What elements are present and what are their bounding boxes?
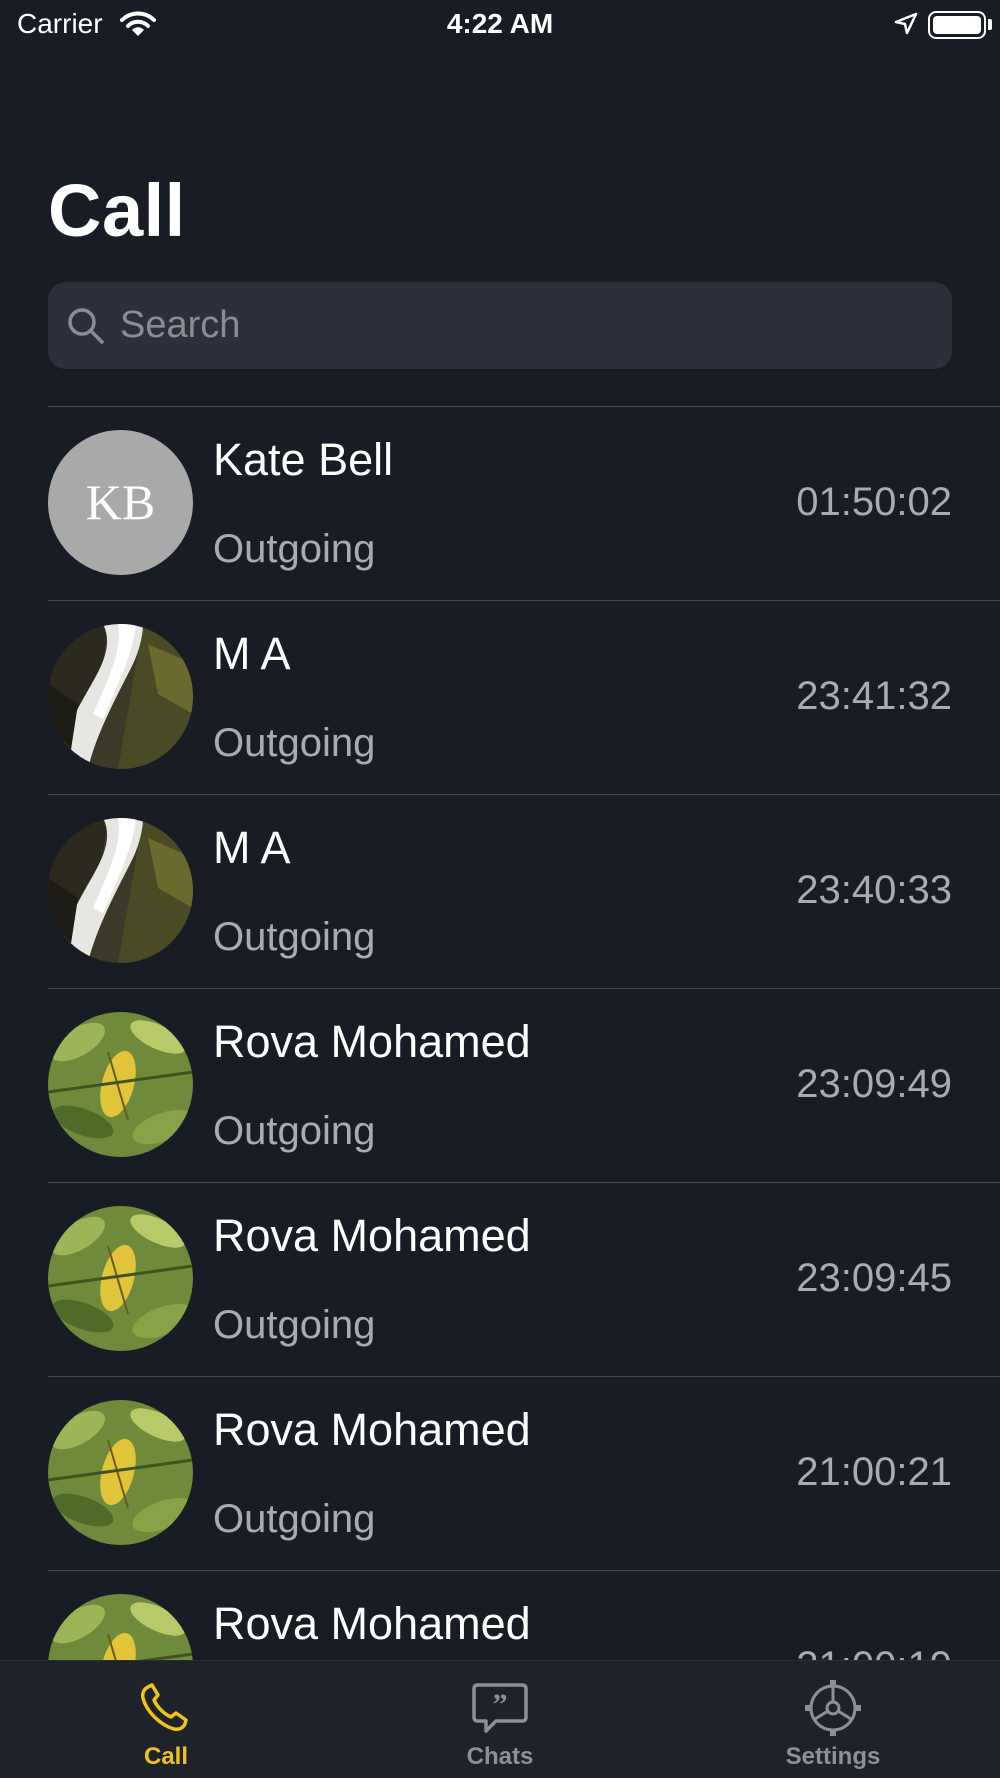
call-time: 21:00:19 — [796, 1644, 952, 1660]
contact-name: M A — [213, 822, 291, 873]
avatar — [48, 624, 193, 769]
leaf-photo — [48, 1206, 193, 1351]
tab-chats[interactable]: ” Chats — [400, 1661, 600, 1778]
waterfall-photo — [48, 624, 193, 769]
tab-call-label: Call — [143, 1743, 188, 1770]
call-row[interactable]: M A Outgoing 23:41:32 — [0, 600, 1000, 794]
tab-chats-label: Chats — [466, 1743, 534, 1770]
call-row[interactable]: KB Kate Bell Outgoing 01:50:02 — [0, 406, 1000, 600]
call-type: Outgoing — [213, 1497, 376, 1541]
status-time: 4:22 AM — [446, 8, 554, 39]
avatar: KB — [48, 430, 193, 575]
search-icon — [66, 306, 106, 346]
tab-call[interactable]: Call — [66, 1661, 266, 1778]
avatar — [48, 1012, 193, 1157]
row-separator — [48, 1182, 1000, 1183]
search-bar[interactable] — [48, 282, 952, 369]
row-separator — [48, 794, 1000, 795]
call-row[interactable]: Rova MohamedOutgoing21:00:19 — [0, 1570, 1000, 1660]
call-row[interactable]: M A Outgoing 23:40:33 — [0, 794, 1000, 988]
avatar — [48, 1400, 193, 1545]
row-separator — [48, 406, 1000, 407]
row-separator — [48, 600, 1000, 601]
contact-name: M A — [213, 628, 291, 679]
row-separator — [48, 1570, 1000, 1571]
row-separator — [48, 1376, 1000, 1377]
avatar — [48, 818, 193, 963]
call-type: Outgoing — [213, 527, 376, 571]
call-time: 23:09:45 — [796, 1256, 952, 1300]
svg-text:”: ” — [493, 1688, 508, 1721]
call-row[interactable]: Rova Mohamed Outgoing 23:09:45 — [0, 1182, 1000, 1376]
call-time: 01:50:02 — [796, 480, 952, 524]
leaf-photo — [48, 1012, 193, 1157]
phone-icon — [141, 1683, 188, 1731]
leaf-photo — [48, 1594, 193, 1660]
tab-bar: Call ” Chats Settings — [0, 1660, 1000, 1778]
leaf-photo — [48, 1400, 193, 1545]
waterfall-photo — [48, 818, 193, 963]
search-input[interactable] — [120, 282, 940, 369]
call-time: 23:41:32 — [796, 674, 952, 718]
battery-cap — [988, 19, 992, 30]
contact-name: Rova Mohamed — [213, 1210, 531, 1261]
tab-settings[interactable]: Settings — [733, 1661, 933, 1778]
page-title: Call — [48, 169, 186, 252]
call-type: Outgoing — [213, 1109, 376, 1153]
call-time: 23:40:33 — [796, 868, 952, 912]
contact-name: Rova Mohamed — [213, 1016, 531, 1067]
contact-name: Rova Mohamed — [213, 1404, 531, 1455]
battery-icon — [928, 11, 986, 39]
contact-name: Kate Bell — [213, 434, 394, 485]
call-list: KB Kate Bell Outgoing 01:50:02 M A Outgoing 23… — [0, 406, 1000, 1660]
status-bar: Carrier 4:22 AM — [0, 0, 1000, 50]
avatar — [48, 1206, 193, 1351]
location-arrow-icon — [893, 11, 919, 37]
call-type: Outgoing — [213, 1303, 376, 1347]
call-time: 23:09:49 — [796, 1062, 952, 1106]
row-separator — [48, 988, 1000, 989]
gear-icon — [805, 1680, 861, 1736]
chat-bubble-icon: ” — [472, 1683, 528, 1733]
call-row[interactable]: Rova Mohamed Outgoing 23:09:49 — [0, 988, 1000, 1182]
contact-name: Rova Mohamed — [213, 1598, 531, 1649]
avatar-initials: KB — [85, 474, 156, 530]
avatar — [48, 1594, 193, 1660]
call-type: Outgoing — [213, 915, 376, 959]
tab-settings-label: Settings — [785, 1743, 881, 1770]
call-row[interactable]: Rova Mohamed Outgoing 21:00:21 — [0, 1376, 1000, 1570]
call-time: 21:00:21 — [796, 1450, 952, 1494]
call-screen: Carrier 4:22 AM Call KBKate BellOutgoin — [0, 0, 1000, 1778]
call-type: Outgoing — [213, 721, 376, 765]
